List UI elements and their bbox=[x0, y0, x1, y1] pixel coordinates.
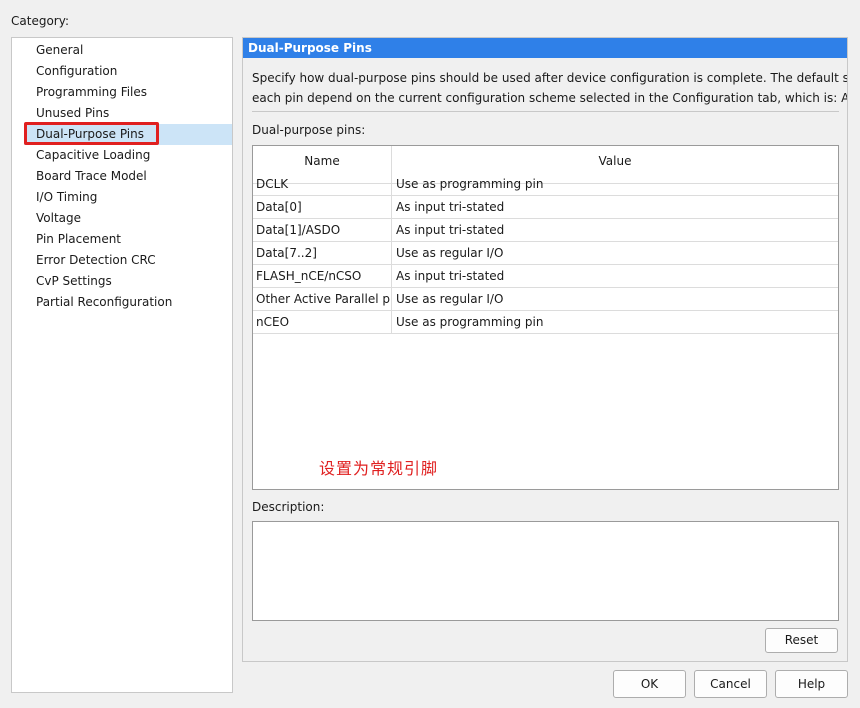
pin-name-cell: Other Active Parallel pins bbox=[253, 288, 392, 310]
pins-table: Name Value DCLK Use as programming pin D… bbox=[252, 145, 839, 490]
table-row[interactable]: Data[0] As input tri-stated bbox=[253, 196, 838, 219]
table-row[interactable]: nCEO Use as programming pin bbox=[253, 311, 838, 334]
pin-name-cell: Data[1]/ASDO bbox=[253, 219, 392, 241]
category-item-voltage[interactable]: Voltage bbox=[24, 208, 232, 229]
table-row[interactable]: Data[1]/ASDO As input tri-stated bbox=[253, 219, 838, 242]
pin-value-cell[interactable]: As input tri-stated bbox=[392, 219, 838, 241]
pin-name-cell: nCEO bbox=[253, 311, 392, 333]
category-item-general[interactable]: General bbox=[24, 40, 232, 61]
settings-panel: Dual-Purpose Pins Specify how dual-purpo… bbox=[242, 37, 848, 662]
annotation-text: 设置为常规引脚 bbox=[319, 459, 439, 478]
cancel-button[interactable]: Cancel bbox=[694, 670, 767, 698]
panel-title: Dual-Purpose Pins bbox=[243, 38, 847, 58]
pin-value-cell[interactable]: Use as regular I/O bbox=[392, 242, 838, 264]
pin-value-cell[interactable]: As input tri-stated bbox=[392, 265, 838, 287]
table-row[interactable]: DCLK Use as programming pin bbox=[253, 173, 838, 196]
category-item-cvp-settings[interactable]: CvP Settings bbox=[24, 271, 232, 292]
description-label: Description: bbox=[252, 500, 325, 514]
pin-value-cell[interactable]: As input tri-stated bbox=[392, 196, 838, 218]
category-item-configuration[interactable]: Configuration bbox=[24, 61, 232, 82]
category-item-pin-placement[interactable]: Pin Placement bbox=[24, 229, 232, 250]
category-item-dual-purpose-pins[interactable]: Dual-Purpose Pins bbox=[24, 124, 232, 145]
category-item-unused-pins[interactable]: Unused Pins bbox=[24, 103, 232, 124]
pin-value-cell[interactable]: Use as regular I/O bbox=[392, 288, 838, 310]
help-button[interactable]: Help bbox=[775, 670, 848, 698]
pin-name-cell: Data[0] bbox=[253, 196, 392, 218]
panel-description-line-2: each pin depend on the current configura… bbox=[252, 91, 847, 105]
ok-button[interactable]: OK bbox=[613, 670, 686, 698]
divider bbox=[252, 111, 839, 112]
pin-name-cell: Data[7..2] bbox=[253, 242, 392, 264]
pin-name-cell: DCLK bbox=[253, 173, 392, 195]
pins-table-label: Dual-purpose pins: bbox=[252, 123, 366, 137]
pin-value-cell[interactable]: Use as programming pin bbox=[392, 173, 838, 195]
panel-description: Specify how dual-purpose pins should be … bbox=[252, 68, 847, 108]
category-item-partial-reconfiguration[interactable]: Partial Reconfiguration bbox=[24, 292, 232, 313]
table-row[interactable]: FLASH_nCE/nCSO As input tri-stated bbox=[253, 265, 838, 288]
category-label: Category: bbox=[11, 14, 69, 28]
table-row[interactable]: Data[7..2] Use as regular I/O bbox=[253, 242, 838, 265]
category-item-error-detection-crc[interactable]: Error Detection CRC bbox=[24, 250, 232, 271]
category-list: General Configuration Programming Files … bbox=[11, 37, 233, 693]
category-item-programming-files[interactable]: Programming Files bbox=[24, 82, 232, 103]
category-item-io-timing[interactable]: I/O Timing bbox=[24, 187, 232, 208]
pin-value-cell[interactable]: Use as programming pin bbox=[392, 311, 838, 333]
table-row[interactable]: Other Active Parallel pins Use as regula… bbox=[253, 288, 838, 311]
panel-description-line-1: Specify how dual-purpose pins should be … bbox=[252, 71, 847, 85]
category-item-board-trace-model[interactable]: Board Trace Model bbox=[24, 166, 232, 187]
description-box bbox=[252, 521, 839, 621]
reset-button[interactable]: Reset bbox=[765, 628, 838, 653]
category-item-capacitive-loading[interactable]: Capacitive Loading bbox=[24, 145, 232, 166]
pin-name-cell: FLASH_nCE/nCSO bbox=[253, 265, 392, 287]
